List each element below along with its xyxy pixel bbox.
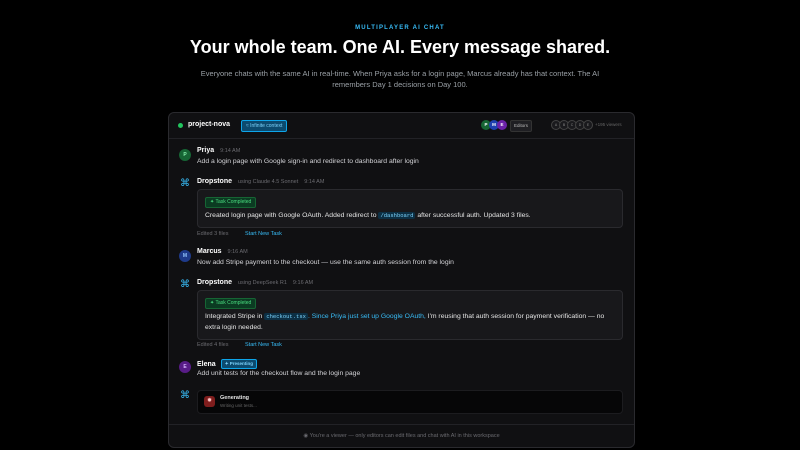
message-time: 9:16 AM: [292, 280, 314, 286]
generating-icon: ✹: [204, 396, 215, 407]
start-new-task-link[interactable]: Start New Task: [245, 342, 282, 348]
message-time: 9:16 AM: [227, 249, 248, 255]
hero-title: Your whole team. One AI. Every message s…: [189, 37, 611, 57]
project-name[interactable]: project-nova: [188, 121, 230, 128]
chat-panel: project-nova ≈ Infinite context P M E Ed…: [168, 112, 635, 448]
message-text: Now add Stripe payment to the checkout —…: [197, 259, 454, 266]
start-new-task-link[interactable]: Start New Task: [245, 231, 282, 237]
editors-badge: Editors: [510, 120, 533, 132]
task-card: ✦ Task Completed Integrated Stripe in ch…: [197, 290, 623, 340]
task-card: ✦ Task Completed Created login page with…: [197, 189, 623, 228]
message-text: Add a login page with Google sign-in and…: [197, 158, 419, 165]
hero-subtitle: Everyone chats with the same AI in real-…: [200, 69, 600, 89]
avatar: M: [179, 250, 191, 262]
model-label: using DeepSeek R1: [238, 280, 287, 286]
message-author: Elena ✦ Presenting: [197, 359, 257, 369]
generating-title: Generating: [220, 395, 250, 401]
presenting-badge: ✦ Presenting: [220, 359, 257, 369]
task-text: Created login page with Google OAuth. Ad…: [205, 212, 531, 219]
viewer-count: +195 viewers: [595, 122, 622, 127]
task-completed-badge: ✦ Task Completed: [205, 197, 257, 208]
avatar: P: [179, 149, 191, 161]
chat-topbar: project-nova ≈ Infinite context P M E Ed…: [169, 113, 634, 139]
viewer-notice-text: You're a viewer — only editors can edit …: [309, 433, 500, 439]
dropstone-icon: ⌘: [180, 390, 190, 401]
message-author: Marcus 9:16 AM: [197, 248, 248, 255]
message-author: Dropstone using Claude 4.5 Sonnet 9:14 AM: [197, 178, 325, 185]
model-label: using Claude 4.5 Sonnet: [238, 179, 299, 185]
viewer-avatar: E: [583, 120, 593, 130]
hero-eyebrow: MULTIPLAYER AI CHAT: [355, 25, 445, 31]
message-time: 9:14 AM: [220, 148, 241, 154]
online-status-dot: [178, 123, 183, 128]
message-text: Add unit tests for the checkout flow and…: [197, 370, 361, 377]
context-badge: ≈ Infinite context: [241, 120, 288, 132]
avatar[interactable]: E: [497, 120, 507, 130]
viewer-notice: ◉ You're a viewer — only editors can edi…: [169, 424, 634, 447]
task-text-line2: extra login needed.: [205, 324, 263, 331]
generating-card: ✹ Generating Writing unit tests...: [197, 390, 623, 414]
message-author: Priya 9:14 AM: [197, 147, 241, 154]
code-path: /dashboard: [378, 212, 416, 219]
dropstone-icon: ⌘: [180, 178, 190, 189]
dropstone-icon: ⌘: [180, 279, 190, 290]
edited-files-label: Edited 4 files: [197, 342, 229, 348]
task-completed-badge: ✦ Task Completed: [205, 298, 257, 309]
generating-subtitle: Writing unit tests...: [220, 403, 257, 408]
task-text: Integrated Stripe in checkout.tsx. Since…: [205, 313, 605, 320]
message-time: 9:14 AM: [304, 179, 325, 185]
code-path: checkout.tsx: [264, 313, 308, 320]
edited-files-label: Edited 3 files: [197, 231, 229, 237]
avatar: E: [179, 361, 191, 373]
message-author: Dropstone using DeepSeek R1 9:16 AM: [197, 279, 314, 286]
